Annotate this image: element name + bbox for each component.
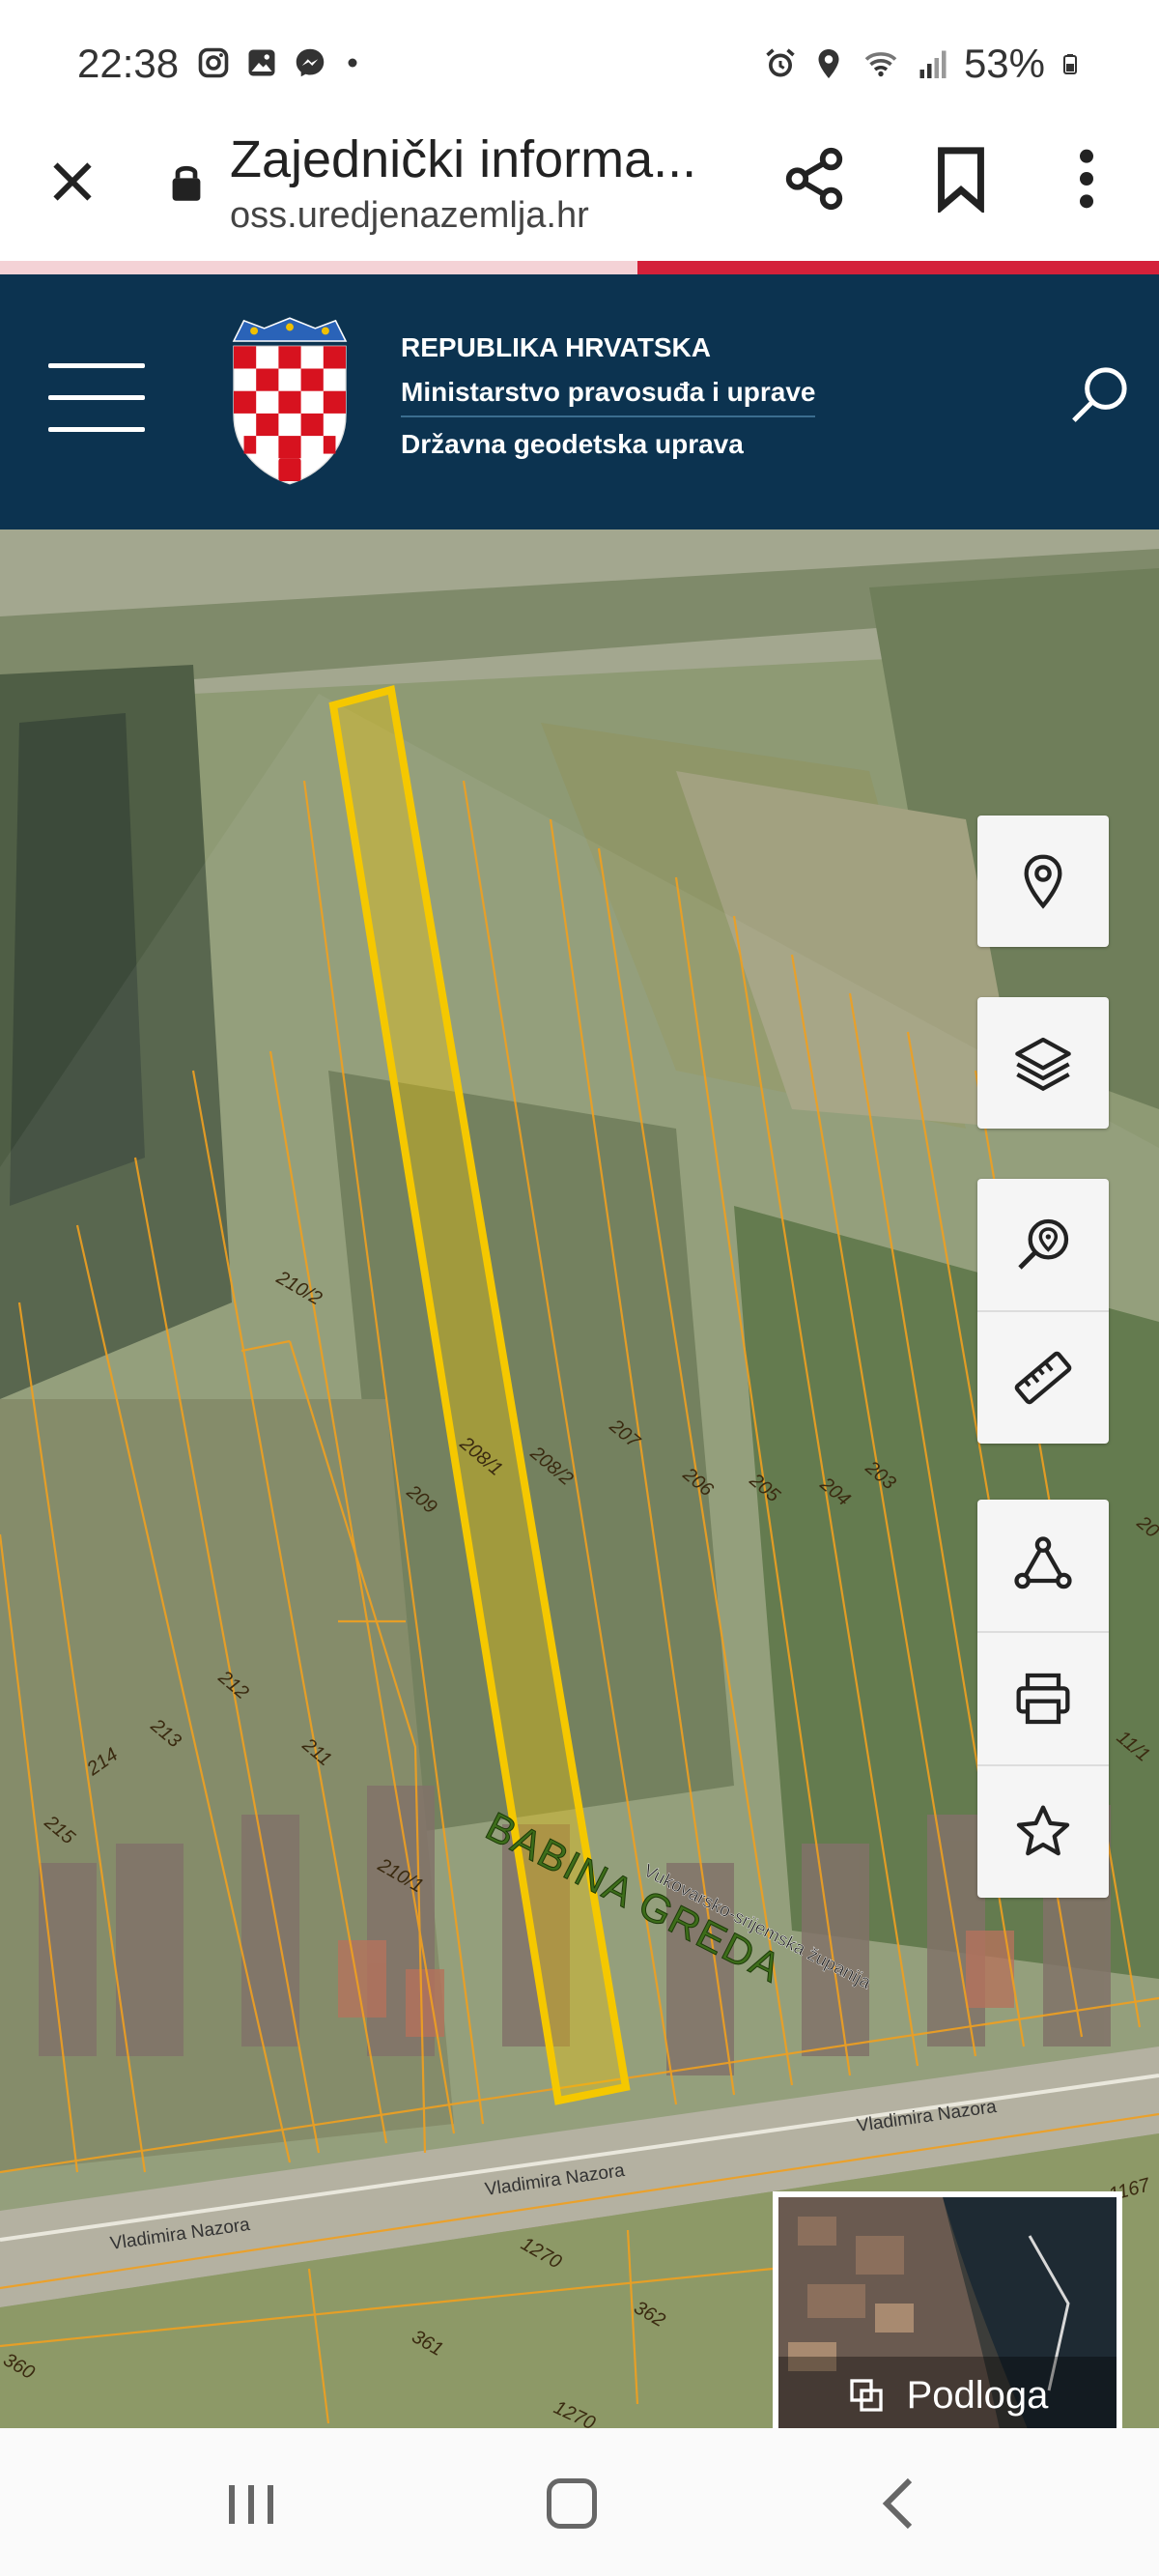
site-header: REPUBLIKA HRVATSKA Ministarstvo pravosuđ… bbox=[0, 274, 1159, 530]
draw-tools-group bbox=[977, 1500, 1109, 1898]
messenger-icon bbox=[296, 48, 325, 77]
basemap-switcher[interactable]: Podloga bbox=[773, 2191, 1122, 2428]
header-agency: Državna geodetska uprava bbox=[401, 429, 744, 459]
battery-percent: 53% bbox=[963, 41, 1045, 86]
print-icon bbox=[1016, 1673, 1070, 1725]
close-icon[interactable] bbox=[43, 153, 101, 211]
ruler-icon bbox=[1014, 1351, 1072, 1405]
basemap-label: Podloga bbox=[906, 2373, 1049, 2417]
star-icon bbox=[1016, 1805, 1070, 1856]
hamburger-menu-icon[interactable] bbox=[48, 363, 145, 432]
instagram-icon bbox=[198, 47, 229, 78]
page-title[interactable]: Zajednički informa... bbox=[230, 129, 696, 189]
dot-icon bbox=[348, 58, 357, 68]
battery-icon bbox=[1063, 54, 1077, 74]
browser-toolbar: Zajednički informa... oss.uredjenazemlja… bbox=[0, 126, 1159, 261]
layers-icon bbox=[1015, 1037, 1071, 1092]
gallery-icon bbox=[248, 49, 275, 76]
search-tools-group bbox=[977, 1179, 1109, 1444]
wifi-icon bbox=[864, 52, 897, 77]
more-menu-icon[interactable] bbox=[1072, 145, 1101, 213]
search-icon[interactable] bbox=[1067, 363, 1131, 427]
share-icon[interactable] bbox=[780, 145, 848, 213]
measure-button[interactable] bbox=[977, 1312, 1109, 1444]
signal-icon bbox=[919, 50, 947, 78]
back-icon[interactable] bbox=[879, 2476, 918, 2531]
header-ministry: Ministarstvo pravosuđa i uprave bbox=[401, 377, 816, 417]
croatian-coat-of-arms-logo[interactable] bbox=[226, 313, 353, 485]
header-country: REPUBLIKA HRVATSKA bbox=[401, 332, 711, 362]
locate-button[interactable] bbox=[977, 816, 1109, 947]
recents-icon[interactable] bbox=[224, 2481, 278, 2528]
basemap-icon bbox=[849, 2379, 883, 2412]
search-location-button[interactable] bbox=[977, 1179, 1109, 1312]
system-navigation-bar bbox=[0, 2428, 1159, 2576]
polygon-icon bbox=[1014, 1536, 1072, 1589]
print-button[interactable] bbox=[977, 1633, 1109, 1766]
layers-button[interactable] bbox=[977, 997, 1109, 1129]
map-view[interactable]: 210/2 208/1 208/2 207 206 205 204 203 20… bbox=[0, 530, 1159, 2428]
location-pin-icon bbox=[1024, 854, 1062, 909]
bookmark-icon[interactable] bbox=[932, 145, 990, 213]
lock-icon bbox=[172, 165, 201, 201]
draw-polygon-button[interactable] bbox=[977, 1500, 1109, 1633]
status-bar: 22:38 53% bbox=[0, 0, 1159, 126]
status-time: 22:38 bbox=[77, 41, 180, 86]
home-icon[interactable] bbox=[547, 2478, 597, 2529]
page-load-progress bbox=[0, 261, 1159, 274]
favorites-button[interactable] bbox=[977, 1766, 1109, 1898]
aerial-map-imagery: 210/2 208/1 208/2 207 206 205 204 203 20… bbox=[0, 530, 1159, 2428]
location-icon bbox=[818, 49, 839, 78]
search-location-icon bbox=[1018, 1218, 1069, 1270]
alarm-icon bbox=[766, 48, 795, 77]
page-url[interactable]: oss.uredjenazemlja.hr bbox=[230, 195, 589, 237]
